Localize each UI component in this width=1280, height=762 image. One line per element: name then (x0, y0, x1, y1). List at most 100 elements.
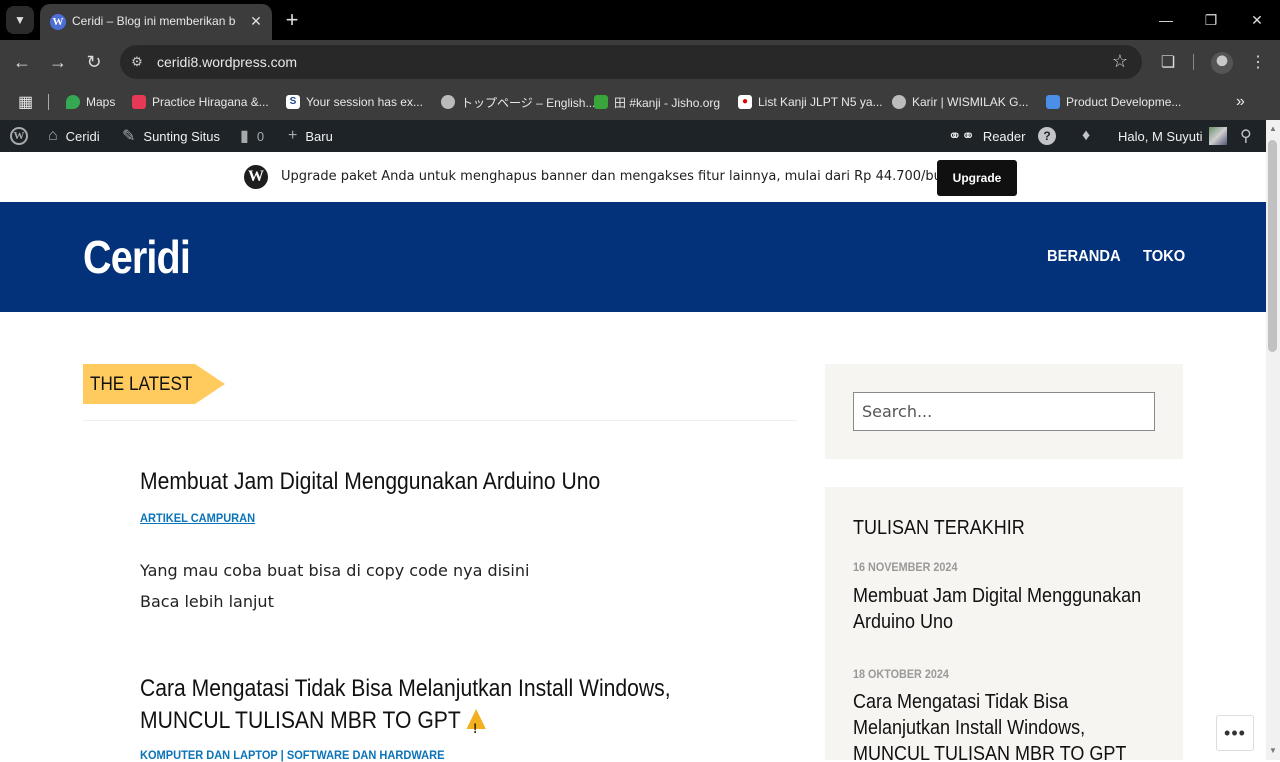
adminbar-greeting: Halo, M Suyuti (1118, 128, 1203, 144)
adminbar-new[interactable]: + Baru (288, 120, 333, 152)
puzzle-icon: ❏ (1160, 54, 1176, 71)
tab-title: Ceridi – Blog ini memberikan berbagai in… (72, 14, 236, 28)
site-header: Ceridi BERANDA TOKO (0, 202, 1266, 312)
wordpress-logo-icon: W (244, 165, 268, 189)
recent-post-date: 16 NOVEMBER 2024 (853, 560, 958, 574)
nav-link-beranda[interactable]: BERANDA (1047, 248, 1121, 266)
chevron-double-right-icon: » (1236, 93, 1245, 110)
bookmark-item[interactable]: S Your session has ex... (286, 92, 423, 112)
brush-icon: ✎ (122, 128, 136, 145)
browser-menu-button[interactable]: ⋮ (1246, 50, 1270, 74)
section-divider (83, 420, 797, 421)
home-icon: ⌂ (48, 127, 58, 144)
scrollbar-thumb[interactable] (1268, 140, 1277, 352)
bookmark-item[interactable]: Maps (66, 92, 115, 112)
hiragana-site-icon (132, 95, 146, 109)
apps-button[interactable]: ▦ (18, 92, 33, 112)
bookmark-item[interactable]: ● List Kanji JLPT N5 ya... (738, 92, 883, 112)
plus-icon: + (285, 7, 299, 32)
profile-avatar[interactable] (1211, 52, 1233, 74)
search-input[interactable] (853, 392, 1155, 431)
adminbar-account[interactable]: Halo, M Suyuti (1118, 120, 1227, 152)
bookmark-item[interactable]: トップページ – English... (441, 92, 595, 112)
wp-admin-bar: W ⌂ Ceridi ✎ Sunting Situs ▮ 0 + Baru ⚭⚭ Read… (0, 120, 1266, 152)
bookmark-item[interactable]: Karir | WISMILAK G... (892, 92, 1028, 112)
bookmark-item[interactable]: Product Developme... (1046, 92, 1181, 112)
section-label: THE LATEST (90, 374, 193, 395)
back-button[interactable]: ← (10, 50, 34, 74)
recent-post-title[interactable]: Membuat Jam Digital Menggunakan Arduino … (853, 583, 1150, 635)
tune-icon: ⚙ (131, 54, 143, 69)
post-title[interactable]: Membuat Jam Digital Menggunakan Arduino … (140, 466, 600, 498)
upgrade-button[interactable]: Upgrade (937, 160, 1017, 196)
forward-button[interactable]: → (46, 50, 70, 74)
tab-close-button[interactable]: ✕ (246, 11, 266, 31)
recent-post-title-text: Cara Mengatasi Tidak Bisa Melanjutkan In… (853, 691, 1127, 760)
new-tab-button[interactable]: + (280, 7, 304, 32)
reload-button[interactable]: ↻ (82, 50, 106, 74)
bookmark-item[interactable]: Practice Hiragana &... (132, 92, 269, 112)
reload-icon: ↻ (86, 51, 102, 72)
extensions-button[interactable]: ❏ (1156, 50, 1180, 74)
site-title[interactable]: Ceridi (83, 230, 191, 284)
bell-icon: ♦ (1082, 127, 1091, 144)
chevron-down-icon: ▼ (14, 13, 26, 27)
post-title-line[interactable]: MUNCUL TULISAN MBR TO GPT (140, 705, 486, 744)
site-info-button[interactable]: ⚙ (128, 53, 146, 71)
adminbar-site-label: Ceridi (65, 128, 100, 144)
bookmark-star-button[interactable]: ☆ (1112, 51, 1128, 72)
apps-grid-icon: ▦ (18, 94, 34, 111)
comment-count: 0 (256, 128, 265, 144)
post-excerpt: Yang mau coba buat bisa di copy code nya… (140, 561, 530, 580)
kebab-menu-icon: ⋮ (1250, 54, 1266, 71)
adminbar-edit-site[interactable]: ✎ Sunting Situs (122, 120, 220, 152)
maps-pin-icon (66, 95, 80, 109)
wp-logo-button[interactable]: W (10, 120, 28, 152)
tab-search-button[interactable]: ▼ (6, 6, 34, 34)
globe-icon (441, 95, 455, 109)
japan-flag-icon: ● (738, 95, 752, 109)
bookmark-item[interactable]: 田 #kanji - Jisho.org (594, 92, 720, 112)
nav-link-toko[interactable]: TOKO (1143, 248, 1185, 266)
close-icon: ✕ (250, 12, 262, 29)
adminbar-reader[interactable]: ⚭⚭ Reader (948, 120, 1025, 152)
recent-post-title[interactable]: Cara Mengatasi Tidak Bisa Melanjutkan In… (853, 689, 1150, 760)
recent-post-date: 18 OKTOBER 2024 (853, 667, 949, 681)
widget-heading: TULISAN TERAKHIR (853, 517, 1025, 539)
minimize-icon: — (1159, 12, 1173, 28)
adminbar-search-button[interactable]: ⚲ (1240, 120, 1252, 152)
jisho-site-icon (594, 95, 608, 109)
ellipsis-icon: ••• (1224, 722, 1246, 743)
scroll-up-arrow[interactable]: ▲ (1266, 122, 1280, 136)
close-icon: ✕ (1251, 11, 1263, 28)
adminbar-comments[interactable]: ▮ 0 (240, 120, 264, 152)
bookmark-label: Product Developme... (1066, 95, 1182, 109)
restore-button[interactable]: ❐ (1196, 6, 1226, 34)
product-site-icon (1046, 95, 1060, 109)
more-actions-button[interactable]: ••• (1216, 715, 1254, 751)
more-bookmarks-button[interactable]: » (1236, 92, 1245, 112)
adminbar-site[interactable]: ⌂ Ceridi (48, 120, 100, 152)
adminbar-reader-label: Reader (982, 128, 1026, 144)
bookmarks-divider (48, 94, 49, 110)
notifications-button[interactable]: ♦ (1082, 120, 1090, 152)
scroll-down-arrow[interactable]: ▼ (1266, 744, 1280, 758)
banner-text: Upgrade paket Anda untuk menghapus banne… (281, 169, 962, 184)
plus-icon: + (288, 127, 298, 144)
bookmark-label: List Kanji JLPT N5 ya... (758, 95, 883, 109)
arrow-left-icon: ← (13, 51, 31, 72)
post-category[interactable]: ARTIKEL CAMPURAN (140, 511, 255, 525)
active-tab[interactable]: W Ceridi – Blog ini memberikan berbagai … (40, 4, 272, 40)
star-icon: ☆ (1111, 51, 1128, 71)
help-button[interactable]: ? (1038, 120, 1056, 152)
post-title-line[interactable]: Cara Mengatasi Tidak Bisa Melanjutkan In… (140, 673, 671, 705)
glasses-icon: ⚭⚭ (948, 128, 975, 145)
url-text[interactable]: ceridi8.wordpress.com (157, 54, 297, 70)
address-bar[interactable]: ⚙ ceridi8.wordpress.com ☆ (120, 45, 1142, 79)
browser-toolbar: ← → ↻ ⚙ ceridi8.wordpress.com ☆ ❏ ⋮ (0, 40, 1280, 84)
close-window-button[interactable]: ✕ (1242, 6, 1272, 34)
bookmark-label: Your session has ex... (306, 95, 423, 109)
read-more-link[interactable]: Baca lebih lanjut (140, 592, 274, 611)
bookmark-label: トップページ – English... (461, 95, 596, 110)
minimize-button[interactable]: — (1151, 6, 1181, 34)
